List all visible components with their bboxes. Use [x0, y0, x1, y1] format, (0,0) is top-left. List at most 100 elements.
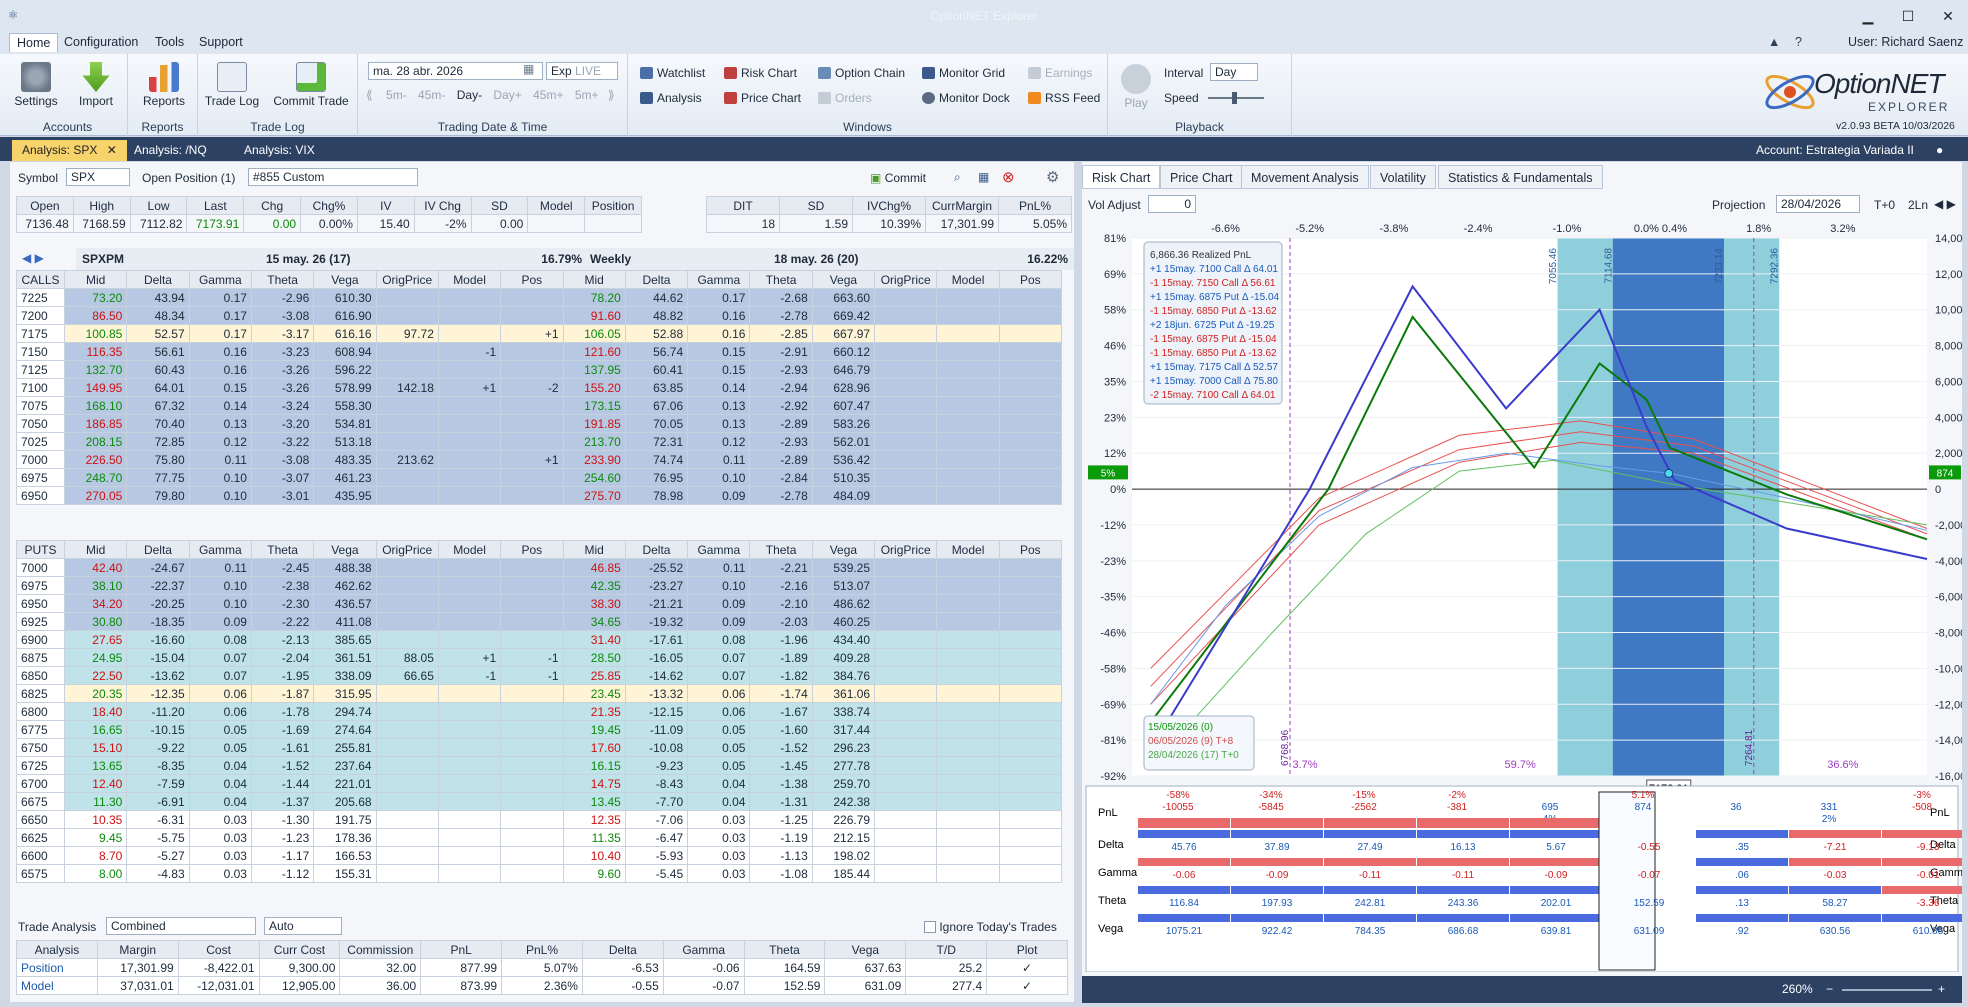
chain-cell[interactable] [437, 450, 502, 469]
ta-cell[interactable]: ✓ [986, 958, 1068, 977]
chain-cell[interactable] [437, 486, 502, 505]
chain-cell[interactable]: 48.82 [624, 306, 689, 325]
chain-cell[interactable] [375, 486, 439, 505]
chain-cell[interactable] [874, 756, 938, 775]
chain-cell[interactable]: 88.05 [375, 648, 439, 667]
chain-cell[interactable]: -5.45 [624, 864, 689, 883]
chain-cell[interactable] [936, 468, 1000, 487]
chain-cell[interactable] [998, 774, 1063, 793]
chain-cell[interactable]: -1.69 [250, 720, 315, 739]
chain-cell[interactable]: -21.21 [624, 594, 689, 613]
chain-cell[interactable]: 562.01 [811, 432, 876, 451]
chain-cell[interactable] [437, 792, 502, 811]
chain-cell[interactable]: 178.36 [313, 828, 377, 847]
chain-cell[interactable] [936, 486, 1000, 505]
ta-row[interactable]: Position 17,301.99 -8,422.01 9,300.00 32.00 8… [16, 958, 1068, 977]
chain-cell[interactable] [500, 720, 564, 739]
chain-cell[interactable]: 0.10 [188, 468, 252, 487]
chain-cell[interactable]: -13.62 [126, 666, 190, 685]
chain-cell[interactable]: -1.82 [749, 666, 813, 685]
chain-cell[interactable] [874, 864, 938, 883]
chain-cell[interactable]: -14.62 [624, 666, 689, 685]
chain-cell[interactable]: -2.16 [749, 576, 813, 595]
chain-cell[interactable]: 0.05 [188, 738, 252, 757]
chain-row[interactable]: 7050 186.85 70.40 0.13 -3.20 534.81 191.85 70.0… [16, 414, 1063, 433]
chain-cell[interactable] [998, 414, 1063, 433]
chain-cell[interactable]: 67.06 [624, 396, 689, 415]
chain-cell[interactable]: 0.03 [687, 846, 751, 865]
chain-cell[interactable]: 17.60 [562, 738, 626, 757]
tab-volatility[interactable]: Volatility [1370, 165, 1436, 189]
chain-cell[interactable]: 361.51 [313, 648, 377, 667]
chain-cell[interactable] [874, 846, 938, 865]
chain-cell[interactable] [500, 486, 564, 505]
chain-row[interactable]: 6975 248.70 77.75 0.10 -3.07 461.23 254.60 76.9… [16, 468, 1063, 487]
chain-cell[interactable] [375, 342, 439, 361]
chain-cell[interactable]: -2.30 [250, 594, 315, 613]
menu-home[interactable]: Home [9, 33, 59, 52]
chain-row[interactable]: 6725 13.65 -8.35 0.04 -1.52 237.64 16.15 -9.23 0… [16, 756, 1063, 775]
close-tab-icon[interactable]: ✕ [107, 143, 117, 157]
chain-cell[interactable]: 0.03 [687, 864, 751, 883]
chain-cell[interactable]: 513.07 [811, 576, 876, 595]
chain-cell[interactable]: 0.10 [687, 576, 751, 595]
tab-statistics[interactable]: Statistics & Fundamentals [1438, 165, 1603, 189]
chain-cell[interactable] [500, 612, 564, 631]
chain-cell[interactable] [998, 648, 1063, 667]
chain-cell[interactable] [375, 864, 439, 883]
chain-cell[interactable]: 0.06 [188, 702, 252, 721]
chain-cell[interactable] [500, 558, 564, 577]
chain-cell[interactable]: 149.95 [63, 378, 128, 397]
chain-cell[interactable]: 8.70 [63, 846, 128, 865]
settings-icon[interactable]: ⚙ [1046, 168, 1059, 186]
chain-cell[interactable] [437, 774, 502, 793]
chain-cell[interactable]: 0.13 [687, 414, 751, 433]
chain-cell[interactable]: -3.23 [250, 342, 315, 361]
chain-cell[interactable]: 74.74 [624, 450, 689, 469]
chain-cell[interactable]: 221.01 [313, 774, 377, 793]
chain-cell[interactable]: 0.10 [188, 486, 252, 505]
chain-cell[interactable] [500, 468, 564, 487]
chain-cell[interactable]: 23.45 [562, 684, 626, 703]
chain-cell[interactable]: 486.62 [811, 594, 876, 613]
chain-cell[interactable] [936, 810, 1000, 829]
chain-cell[interactable]: 277.78 [811, 756, 876, 775]
chain-cell[interactable]: 315.95 [313, 684, 377, 703]
chain-cell[interactable]: 0.09 [188, 612, 252, 631]
chain-cell[interactable] [437, 432, 502, 451]
tab-analysis-vix[interactable]: Analysis: VIX [234, 140, 325, 161]
chain-cell[interactable] [936, 576, 1000, 595]
earnings-button[interactable]: Earnings [1028, 66, 1092, 80]
chain-cell[interactable]: -1.44 [250, 774, 315, 793]
chain-cell[interactable]: -1.25 [749, 810, 813, 829]
chain-cell[interactable]: -3.08 [250, 306, 315, 325]
chain-cell[interactable]: 226.79 [811, 810, 876, 829]
exp-live-toggle[interactable]: Exp LIVE [546, 62, 618, 80]
chain-cell[interactable]: 66.65 [375, 666, 439, 685]
chain-cell[interactable]: 583.26 [811, 414, 876, 433]
chain-cell[interactable] [998, 864, 1063, 883]
chain-cell[interactable]: 0.17 [188, 324, 252, 343]
chain-cell[interactable]: 0.15 [188, 378, 252, 397]
chain-cell[interactable]: 11.35 [562, 828, 626, 847]
chain-cell[interactable] [500, 288, 564, 307]
chain-cell[interactable]: 0.04 [188, 774, 252, 793]
chain-cell[interactable]: -1 [437, 666, 502, 685]
projection-date-select[interactable]: 28/04/2026 [1776, 195, 1860, 213]
chain-cell[interactable] [936, 738, 1000, 757]
zoom-slider[interactable] [1842, 989, 1932, 991]
collapse-ribbon-icon[interactable]: ▲ [1768, 35, 1780, 49]
step-5m-fwd[interactable]: 5m+ [575, 88, 599, 102]
step-forward-icon[interactable]: ⟫ [608, 88, 615, 102]
chain-cell[interactable]: 0.13 [687, 396, 751, 415]
chain-row[interactable]: 6750 15.10 -9.22 0.05 -1.61 255.81 17.60 -10.08… [16, 738, 1063, 757]
chain-cell[interactable]: -3.20 [250, 414, 315, 433]
chain-cell[interactable]: 100.85 [63, 324, 128, 343]
chain-cell[interactable]: 462.62 [313, 576, 377, 595]
chain-cell[interactable]: -1.13 [749, 846, 813, 865]
chain-cell[interactable]: +1 [437, 648, 502, 667]
chain-cell[interactable]: 607.47 [811, 396, 876, 415]
chain-cell[interactable]: -3.07 [250, 468, 315, 487]
chain-cell[interactable]: 0.16 [687, 306, 751, 325]
option-chain-button[interactable]: Option Chain [818, 66, 905, 80]
